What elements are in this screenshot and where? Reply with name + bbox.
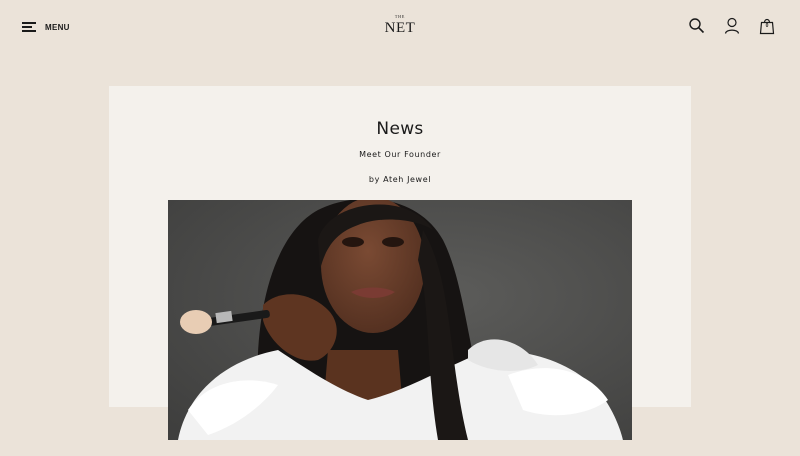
search-icon	[689, 18, 705, 34]
article-title[interactable]: Meet Our Founder	[0, 149, 800, 161]
account-button[interactable]	[723, 17, 741, 35]
site-header: MENU THE NET 0	[0, 0, 800, 54]
search-button[interactable]	[688, 17, 706, 35]
portrait-illustration	[168, 200, 632, 440]
hamburger-icon	[22, 22, 36, 32]
menu-button[interactable]: MENU	[22, 19, 70, 35]
logo-main-text: NET	[384, 20, 416, 36]
menu-label: MENU	[45, 22, 70, 32]
founder-portrait-image	[168, 200, 632, 440]
article-byline: by Ateh Jewel	[368, 175, 432, 184]
bag-count: 0	[765, 23, 769, 29]
bag-button[interactable]: 0	[758, 17, 776, 35]
section-title: News	[376, 119, 424, 139]
user-icon	[724, 17, 740, 34]
site-logo[interactable]: THE NET	[370, 14, 430, 40]
